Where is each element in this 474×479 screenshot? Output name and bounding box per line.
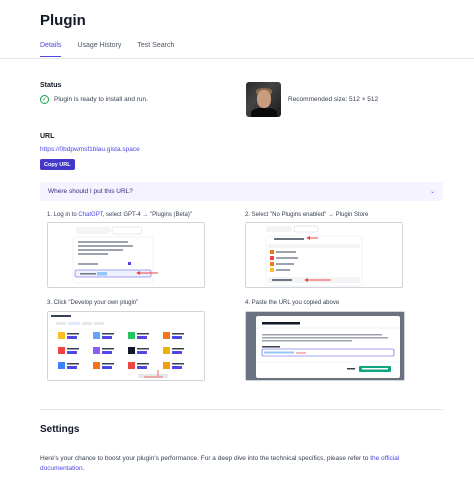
- tab-usage-history[interactable]: Usage History: [77, 42, 121, 57]
- page-title: Plugin: [40, 12, 86, 29]
- status-label: Status: [40, 82, 62, 89]
- check-circle-icon: ✓: [40, 95, 49, 104]
- step-2-caption: 2. Select "No Plugins enabled" → Plugin …: [245, 212, 369, 218]
- tabs-divider: [0, 58, 474, 59]
- chatgpt-link[interactable]: ChatGPT: [78, 212, 102, 218]
- status-row: ✓ Plugin is ready to install and run.: [40, 95, 148, 104]
- step-3-screenshot: [47, 311, 205, 381]
- tab-test-search[interactable]: Test Search: [137, 42, 174, 57]
- copy-url-button[interactable]: Copy URL: [40, 159, 75, 170]
- url-help-accordion[interactable]: Where should I put this URL? ⌄: [40, 182, 443, 201]
- accordion-question: Where should I put this URL?: [48, 188, 133, 195]
- status-text: Plugin is ready to install and run.: [54, 96, 148, 103]
- step-1-caption: 1. Log in to ChatGPT, select GPT-4 → "Pl…: [47, 212, 192, 218]
- plugin-logo[interactable]: [246, 82, 281, 117]
- step-4-screenshot: [245, 311, 405, 381]
- step-2-screenshot: [245, 222, 403, 288]
- step-1-screenshot: [47, 222, 205, 288]
- step-4-caption: 4. Paste the URL you copied above: [245, 300, 340, 306]
- step-3-caption: 3. Click "Develop your own plugin": [47, 300, 139, 306]
- section-divider: [40, 409, 443, 410]
- settings-heading: Settings: [40, 424, 80, 435]
- url-label: URL: [40, 133, 55, 140]
- tab-bar: Details Usage History Test Search: [40, 42, 434, 57]
- chevron-down-icon: ⌄: [429, 189, 435, 195]
- tab-details[interactable]: Details: [40, 42, 62, 57]
- settings-description: Here's your chance to boost your plugin'…: [40, 455, 400, 472]
- plugin-url-link[interactable]: https://0bdpwmsf1blau.gista.space: [40, 146, 140, 153]
- recommended-size-text: Recommended size: 512 × 512: [288, 96, 379, 103]
